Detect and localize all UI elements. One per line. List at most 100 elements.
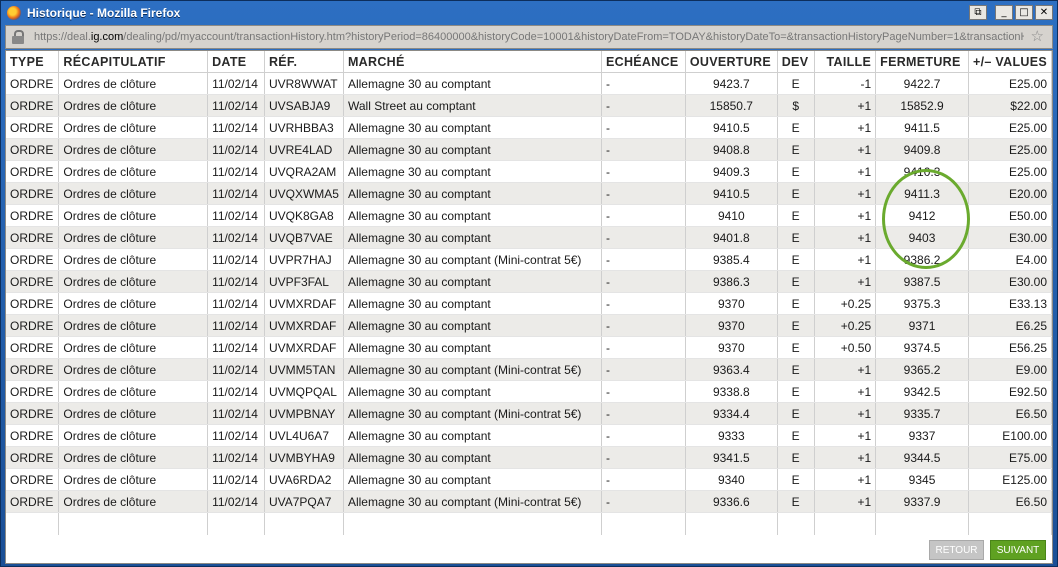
- cell-date: 11/02/14: [207, 182, 265, 205]
- cell-fermeture: 9375.3: [875, 292, 969, 315]
- cell-ref: UVPR7HAJ: [264, 248, 344, 271]
- minimize-button[interactable]: _: [995, 5, 1013, 20]
- column-header-recapitulatif[interactable]: RÉCAPITULATIF: [58, 51, 209, 73]
- table-row[interactable]: ORDRE Ordres de clôture 11/02/14 UVPF3FAL Al…: [6, 270, 1052, 293]
- url-prefix: https://deal.: [34, 31, 91, 43]
- url-text[interactable]: https://deal.ig.com/dealing/pd/myaccount…: [34, 31, 1024, 43]
- table-row[interactable]: ORDRE Ordres de clôture 11/02/14 UVSABJA9 Wa…: [6, 94, 1052, 117]
- table-row[interactable]: ORDRE Ordres de clôture 11/02/14 UVMXRDAF Al…: [6, 314, 1052, 337]
- cell-ouverture: 9410.5: [685, 182, 778, 205]
- table-row[interactable]: ORDRE Ordres de clôture 11/02/14 UVMQPQAL Al…: [6, 380, 1052, 403]
- lock-icon: [12, 30, 24, 44]
- cell-ouverture: 9363.4: [685, 358, 778, 381]
- table-row[interactable]: ORDRE Ordres de clôture 11/02/14 UVA7PQA7 Al…: [6, 490, 1052, 513]
- cell-type: ORDRE: [6, 358, 60, 381]
- table-row[interactable]: ORDRE Ordres de clôture 11/02/14 UVRE4LAD Al…: [6, 138, 1052, 161]
- cell-values: E33.13: [968, 292, 1052, 315]
- cell-dev: E: [777, 248, 815, 271]
- table-row[interactable]: ORDRE Ordres de clôture 11/02/14 UVQRA2AM Al…: [6, 160, 1052, 183]
- bookmark-star-icon[interactable]: ☆: [1031, 27, 1044, 45]
- column-header-fermeture[interactable]: FERMETURE: [875, 51, 969, 73]
- table-row[interactable]: ORDRE Ordres de clôture 11/02/14 UVPR7HAJ Al…: [6, 248, 1052, 271]
- firefox-icon: [7, 6, 21, 20]
- column-header-dev[interactable]: DEV: [777, 51, 815, 73]
- cell-marche: Allemagne 30 au comptant: [343, 160, 603, 183]
- cell-dev: E: [777, 424, 815, 447]
- url-path: /dealing/pd/myaccount/transactionHistory…: [123, 31, 1024, 43]
- cell-type: ORDRE: [6, 160, 60, 183]
- restore-tab-icon[interactable]: ⧉: [969, 5, 987, 20]
- cell-taille: +1: [814, 358, 877, 381]
- cell-ouverture: 9341.5: [685, 446, 778, 469]
- table-row[interactable]: ORDRE Ordres de clôture 11/02/14 UVQXWMA5 Al…: [6, 182, 1052, 205]
- cell-ouverture: 9423.7: [685, 72, 778, 95]
- cell-marche: Allemagne 30 au comptant (Mini-contrat 5…: [343, 248, 603, 271]
- cell-date: 11/02/14: [207, 446, 265, 469]
- cell-marche: Allemagne 30 au comptant: [343, 116, 603, 139]
- column-header-values[interactable]: +/– VALUES: [968, 51, 1052, 73]
- cell-recapitulatif: Ordres de clôture: [58, 490, 209, 513]
- cell-type: ORDRE: [6, 380, 60, 403]
- cell-recapitulatif: Ordres de clôture: [58, 380, 209, 403]
- cell-ref: UVMQPQAL: [264, 380, 344, 403]
- cell-taille: +1: [814, 270, 877, 293]
- column-header-taille[interactable]: TAILLE: [814, 51, 877, 73]
- cell-ref: UVMXRDAF: [264, 292, 344, 315]
- cell-marche: Allemagne 30 au comptant: [343, 380, 603, 403]
- table-row[interactable]: ORDRE Ordres de clôture 11/02/14 UVR8WWAT Al…: [6, 72, 1052, 95]
- table-row[interactable]: ORDRE Ordres de clôture 11/02/14 UVA6RDA2 Al…: [6, 468, 1052, 491]
- empty-cell: [343, 512, 603, 535]
- cell-fermeture: 9409.8: [875, 138, 969, 161]
- maximize-button[interactable]: □: [1015, 5, 1033, 20]
- title-bar[interactable]: Historique - Mozilla Firefox ⧉ _ □ ✕: [1, 1, 1057, 25]
- cell-values: E30.00: [968, 226, 1052, 249]
- empty-cell: [6, 512, 60, 535]
- cell-dev: E: [777, 358, 815, 381]
- column-header-date[interactable]: DATE: [207, 51, 265, 73]
- cell-values: E6.25: [968, 314, 1052, 337]
- retour-button[interactable]: RETOUR: [929, 540, 984, 560]
- cell-values: E25.00: [968, 138, 1052, 161]
- cell-dev: E: [777, 226, 815, 249]
- table-row[interactable]: ORDRE Ordres de clôture 11/02/14 UVMM5TAN Al…: [6, 358, 1052, 381]
- column-header-ouverture[interactable]: OUVERTURE: [685, 51, 778, 73]
- cell-recapitulatif: Ordres de clôture: [58, 402, 209, 425]
- cell-date: 11/02/14: [207, 160, 265, 183]
- table-header-row: TYPE RÉCAPITULATIF DATE RÉF. MARCHÉ ECHÉANCE O…: [6, 51, 1052, 73]
- cell-ouverture: 9409.3: [685, 160, 778, 183]
- table-row[interactable]: ORDRE Ordres de clôture 11/02/14 UVL4U6A7 Al…: [6, 424, 1052, 447]
- cell-ouverture: 9338.8: [685, 380, 778, 403]
- cell-marche: Allemagne 30 au comptant: [343, 292, 603, 315]
- column-header-type[interactable]: TYPE: [6, 51, 60, 73]
- table-row[interactable]: ORDRE Ordres de clôture 11/02/14 UVMPBNAY Al…: [6, 402, 1052, 425]
- table-row[interactable]: ORDRE Ordres de clôture 11/02/14 UVQB7VAE Al…: [6, 226, 1052, 249]
- cell-echeance: -: [601, 116, 686, 139]
- column-header-marche[interactable]: MARCHÉ: [343, 51, 603, 73]
- table-row[interactable]: ORDRE Ordres de clôture 11/02/14 UVMBYHA9 Al…: [6, 446, 1052, 469]
- cell-fermeture: 9365.2: [875, 358, 969, 381]
- cell-marche: Allemagne 30 au comptant: [343, 336, 603, 359]
- cell-taille: +1: [814, 402, 877, 425]
- cell-fermeture: 9411.5: [875, 116, 969, 139]
- suivant-button[interactable]: SUIVANT: [990, 540, 1046, 560]
- cell-dev: E: [777, 490, 815, 513]
- cell-echeance: -: [601, 292, 686, 315]
- address-bar[interactable]: https://deal.ig.com/dealing/pd/myaccount…: [5, 25, 1053, 49]
- cell-values: E125.00: [968, 468, 1052, 491]
- table-row[interactable]: ORDRE Ordres de clôture 11/02/14 UVMXRDAF Al…: [6, 292, 1052, 315]
- cell-taille: +1: [814, 248, 877, 271]
- close-button[interactable]: ✕: [1035, 5, 1053, 20]
- empty-cell: [601, 512, 686, 535]
- column-header-echeance[interactable]: ECHÉANCE: [601, 51, 686, 73]
- cell-type: ORDRE: [6, 446, 60, 469]
- table-row[interactable]: ORDRE Ordres de clôture 11/02/14 UVQK8GA8 Al…: [6, 204, 1052, 227]
- cell-fermeture: 9410.3: [875, 160, 969, 183]
- table-row[interactable]: ORDRE Ordres de clôture 11/02/14 UVRHBBA3 Al…: [6, 116, 1052, 139]
- cell-values: E20.00: [968, 182, 1052, 205]
- cell-fermeture: 9412: [875, 204, 969, 227]
- table-row[interactable]: ORDRE Ordres de clôture 11/02/14 UVMXRDAF Al…: [6, 336, 1052, 359]
- column-header-ref[interactable]: RÉF.: [264, 51, 344, 73]
- cell-recapitulatif: Ordres de clôture: [58, 424, 209, 447]
- empty-cell: [207, 512, 265, 535]
- cell-ouverture: 9340: [685, 468, 778, 491]
